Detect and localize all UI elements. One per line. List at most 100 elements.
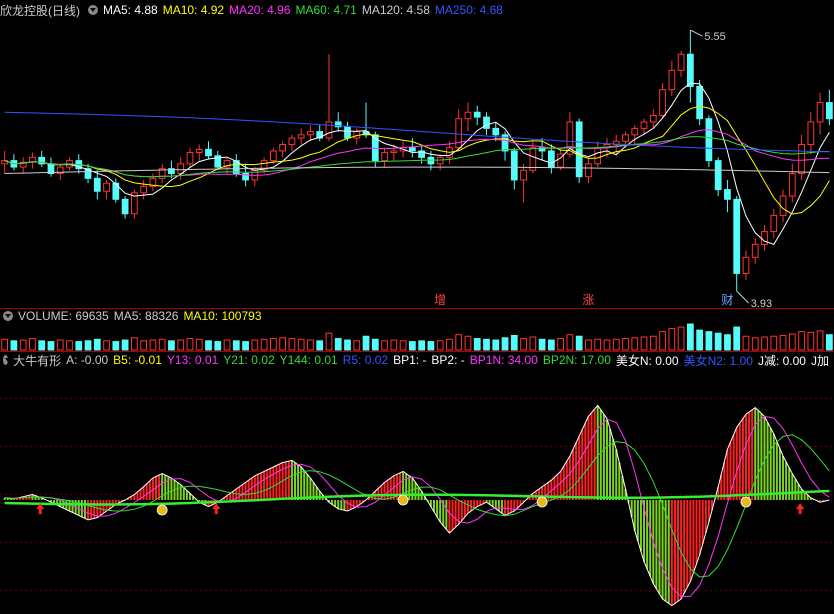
candle-body bbox=[390, 150, 398, 154]
candle-body bbox=[464, 111, 472, 120]
money-bag-icon bbox=[156, 504, 168, 516]
volume-bar bbox=[10, 340, 18, 351]
ma120-line bbox=[4, 166, 830, 174]
candle-body bbox=[631, 127, 639, 136]
event-marker[interactable]: 财 bbox=[721, 293, 733, 307]
volume-bar bbox=[140, 340, 148, 351]
candle-body bbox=[408, 147, 416, 152]
volume-bar bbox=[436, 340, 444, 351]
candle-body bbox=[724, 189, 731, 200]
volume-bar bbox=[371, 338, 379, 351]
volume-bar bbox=[121, 339, 129, 351]
volume-bar bbox=[612, 338, 620, 351]
volume-bar bbox=[316, 340, 324, 351]
volume-bar bbox=[798, 331, 805, 351]
volume-bar bbox=[38, 340, 46, 351]
volume-bar bbox=[538, 338, 546, 351]
stock-chart-svg[interactable]: 5.55 3.93 增 涨 财 bbox=[0, 0, 834, 614]
volume-bar bbox=[168, 340, 175, 351]
candle-body bbox=[288, 137, 296, 145]
volume-bar bbox=[659, 331, 666, 351]
volume-bar bbox=[640, 336, 648, 351]
candle-body bbox=[668, 69, 676, 91]
volume-bar bbox=[177, 339, 185, 351]
volume-bar bbox=[492, 339, 500, 351]
volume-bar bbox=[205, 340, 212, 351]
candle-body bbox=[594, 147, 602, 165]
volume-bar bbox=[325, 332, 333, 351]
volume-bar bbox=[279, 337, 287, 351]
volume-bar bbox=[446, 338, 453, 351]
candle-body bbox=[825, 102, 833, 120]
event-marker[interactable]: 涨 bbox=[582, 292, 594, 307]
volume-bar bbox=[288, 338, 296, 351]
volume-bar bbox=[47, 341, 55, 351]
volume-bar bbox=[297, 338, 305, 351]
candle-body bbox=[325, 121, 333, 139]
volume-bar bbox=[724, 334, 731, 351]
candle-body bbox=[103, 182, 110, 192]
high-price-label: 5.55 bbox=[704, 31, 725, 43]
volume-bar bbox=[529, 336, 537, 351]
money-bag-icon bbox=[536, 496, 548, 508]
volume-bar bbox=[427, 341, 435, 351]
candle-body bbox=[547, 150, 555, 168]
money-bag-icon bbox=[397, 494, 409, 506]
candle-body bbox=[751, 243, 759, 258]
candle-body bbox=[492, 127, 500, 136]
volume-bar bbox=[66, 340, 73, 351]
volume-bar bbox=[307, 339, 314, 351]
candle-body bbox=[473, 111, 481, 118]
high-price-pointer bbox=[690, 29, 703, 37]
volume-bar bbox=[390, 339, 398, 351]
candle-body bbox=[177, 163, 185, 175]
volume-bar bbox=[714, 332, 722, 351]
volume-bar bbox=[603, 339, 611, 351]
volume-bar bbox=[455, 334, 463, 351]
candle-body bbox=[93, 177, 101, 192]
volume-bar bbox=[158, 338, 166, 351]
candle-body bbox=[140, 185, 148, 194]
volume-bar bbox=[751, 337, 759, 351]
volume-bar bbox=[761, 336, 768, 351]
candle-body bbox=[121, 198, 129, 215]
event-marker[interactable]: 增 bbox=[434, 293, 446, 307]
volume-bar bbox=[408, 341, 416, 351]
candle-body bbox=[344, 126, 351, 139]
buy-arrow-icon bbox=[796, 503, 805, 514]
candle-body bbox=[816, 102, 824, 123]
candle-body bbox=[575, 121, 583, 178]
volume-bar bbox=[742, 335, 750, 351]
low-price-label: 3.93 bbox=[751, 298, 772, 310]
volume-bar bbox=[649, 335, 657, 351]
volume-bar bbox=[56, 339, 64, 351]
candle-body bbox=[807, 121, 815, 145]
volume-bar bbox=[344, 339, 351, 351]
candle-body bbox=[297, 134, 305, 139]
volume-bar bbox=[733, 326, 741, 351]
volume-bar bbox=[75, 341, 83, 351]
volume-bar bbox=[362, 335, 370, 351]
volume-bar bbox=[557, 338, 565, 351]
candle-body bbox=[205, 148, 212, 157]
candle-body bbox=[436, 156, 444, 165]
candle-body bbox=[269, 150, 277, 162]
volume-bar bbox=[622, 338, 629, 351]
candle-body bbox=[798, 143, 805, 175]
candle-body bbox=[733, 198, 741, 274]
candle-body bbox=[186, 152, 194, 165]
volume-bar bbox=[594, 338, 602, 351]
candle-body bbox=[529, 147, 537, 171]
candle-body bbox=[677, 53, 685, 71]
candle-body bbox=[649, 114, 657, 123]
volume-bar bbox=[223, 339, 231, 351]
volume-bar bbox=[381, 340, 388, 351]
volume-bar bbox=[520, 338, 527, 351]
candle-body bbox=[585, 163, 592, 178]
volume-bar bbox=[770, 335, 778, 351]
volume-bar bbox=[260, 338, 268, 351]
volume-bar bbox=[677, 326, 685, 351]
candle-body bbox=[770, 214, 778, 233]
volume-bar bbox=[464, 335, 472, 351]
volume-bar bbox=[214, 341, 222, 351]
